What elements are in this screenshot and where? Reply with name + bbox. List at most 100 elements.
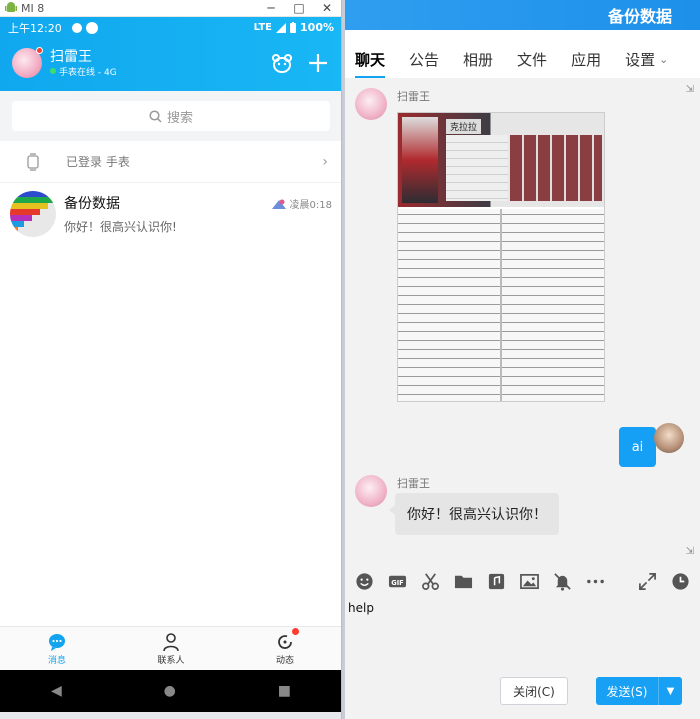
bell-off-icon (554, 572, 571, 591)
sender-avatar[interactable] (355, 475, 387, 507)
chat-window: 备份数据 聊天 公告 相册 文件 应用 设置 ⌄ ⇲ 扫雷王 克拉拉 ai 扫雷… (345, 0, 700, 719)
tab-album[interactable]: 相册 (463, 49, 493, 78)
app-header: 上午12:20 LTE 100% 扫雷王 手表在线 - 4G (0, 17, 341, 91)
unread-badge (36, 47, 43, 54)
character-image (402, 117, 438, 203)
notify-button[interactable] (551, 570, 574, 593)
screen: MI 8 ─ □ ✕ 上午12:20 LTE 100% 扫雷王 手表在线 - 4… (0, 0, 700, 719)
status-right: LTE 100% (254, 21, 334, 34)
status-bar: 上午12:20 LTE 100% (0, 17, 341, 38)
chat-bubble-icon (49, 633, 65, 651)
search-container: 搜索 (0, 91, 341, 141)
group-avatar (10, 191, 56, 237)
tab-files[interactable]: 文件 (517, 49, 547, 78)
phone-frame-bottom (0, 712, 341, 719)
expand-icon[interactable]: ⇲ (686, 84, 694, 95)
music-button[interactable] (485, 570, 508, 593)
back-icon[interactable]: ◀ (51, 683, 62, 699)
maximize-button[interactable]: □ (285, 1, 313, 15)
conversation-time: 凌晨0:18 (289, 200, 332, 211)
plus-icon[interactable] (306, 51, 330, 75)
bear-icon[interactable] (270, 51, 294, 75)
tab-apps[interactable]: 应用 (571, 49, 601, 78)
character-name: 克拉拉 (446, 119, 482, 134)
emulator-titlebar: MI 8 ─ □ ✕ (0, 0, 341, 17)
profile-names: 扫雷王 手表在线 - 4G (50, 49, 258, 78)
chevron-down-icon: ⌄ (659, 53, 669, 66)
my-avatar[interactable] (654, 423, 684, 453)
send-options-chevron-icon[interactable]: ▼ (658, 677, 682, 705)
tab-messages[interactable]: 消息 (0, 627, 114, 670)
conversation-preview: 你好！很高兴认识你! (64, 220, 177, 234)
collapse-icon[interactable]: ⇲ (686, 546, 694, 557)
device-label: 已登录 手表 (66, 155, 130, 169)
tab-messages-label: 消息 (47, 655, 66, 666)
message-list[interactable]: ⇲ 扫雷王 克拉拉 ai 扫雷王 你好！很高兴认识你！ ⇲ (345, 78, 700, 558)
sender-avatar[interactable] (355, 88, 387, 120)
home-icon[interactable]: ● (164, 683, 176, 699)
more-icon (587, 579, 604, 583)
window-title: 备份数据 (607, 7, 672, 26)
tab-announcement[interactable]: 公告 (409, 49, 439, 78)
device-row[interactable]: 已登录 手表 › (0, 141, 341, 183)
minimize-button[interactable]: ─ (257, 1, 285, 15)
chat-tabs: 聊天 公告 相册 文件 应用 设置 ⌄ (345, 30, 700, 78)
conversation-list-empty (0, 242, 341, 626)
skill-text (398, 209, 604, 401)
expand-arrows-icon (639, 572, 656, 590)
battery-icon (290, 22, 297, 33)
scissors-icon (422, 572, 439, 590)
battery-level: 100% (300, 21, 334, 34)
send-button-label: 发送(S) (606, 684, 648, 699)
status-time: 上午12:20 (8, 21, 62, 35)
emoji-button[interactable] (353, 570, 376, 593)
message-bubble[interactable]: 你好！很高兴认识你！ (389, 493, 559, 535)
profile-status-text: 手表在线 - 4G (59, 67, 117, 78)
action-buttons: 关闭(C) 发送(S) ▼ (345, 663, 700, 719)
tab-contacts[interactable]: 联系人 (114, 627, 228, 670)
search-input[interactable]: 搜索 (12, 101, 330, 131)
image-button[interactable] (518, 570, 541, 593)
message-input[interactable]: help (345, 597, 700, 663)
history-button[interactable] (669, 570, 692, 593)
svg-text:GIF: GIF (391, 578, 403, 586)
sticker-icon (271, 199, 286, 209)
image-banner: 克拉拉 (398, 113, 604, 207)
close-button[interactable]: ✕ (313, 1, 341, 15)
notification-icon (71, 22, 82, 33)
file-button[interactable] (452, 570, 475, 593)
bottom-tabbar: 消息 联系人 动态 (0, 626, 341, 670)
tab-moments[interactable]: 动态 (228, 627, 341, 670)
profile-status: 手表在线 - 4G (50, 65, 258, 78)
screenshot-button[interactable] (419, 570, 442, 593)
fullscreen-button[interactable] (636, 570, 659, 593)
emulator-title: MI 8 (21, 1, 45, 15)
profile-name: 扫雷王 (50, 48, 92, 65)
android-icon (5, 2, 17, 12)
folder-icon (454, 575, 473, 588)
gif-button[interactable]: GIF (386, 570, 409, 593)
tab-chat[interactable]: 聊天 (355, 49, 386, 78)
tab-settings[interactable]: 设置 ⌄ (625, 49, 668, 78)
message-outgoing[interactable]: ai (619, 427, 661, 467)
image-message[interactable]: 克拉拉 (397, 112, 605, 402)
conversation-item[interactable]: 备份数据 你好！很高兴认识你! 凌晨0:18 (0, 186, 341, 242)
search-icon (149, 109, 162, 123)
tab-settings-label: 设置 (625, 51, 656, 69)
search-placeholder: 搜索 (166, 110, 193, 126)
close-button[interactable]: 关闭(C) (500, 677, 568, 705)
window-titlebar: 备份数据 (345, 0, 700, 30)
recents-icon[interactable]: ■ (278, 683, 291, 699)
emoji-icon (356, 572, 373, 590)
conversation-meta: 凌晨0:18 (271, 196, 332, 211)
send-button[interactable]: 发送(S) ▼ (596, 677, 682, 705)
image-icon (520, 573, 539, 589)
conversation-name: 备份数据 (64, 196, 120, 212)
more-button[interactable] (584, 570, 607, 593)
gif-icon: GIF (388, 575, 407, 587)
network-label: LTE (253, 22, 273, 33)
signal-icon (276, 22, 287, 33)
avatar[interactable] (12, 47, 43, 78)
android-navbar: ◀ ● ■ (0, 670, 341, 712)
skill-icons (510, 135, 602, 201)
